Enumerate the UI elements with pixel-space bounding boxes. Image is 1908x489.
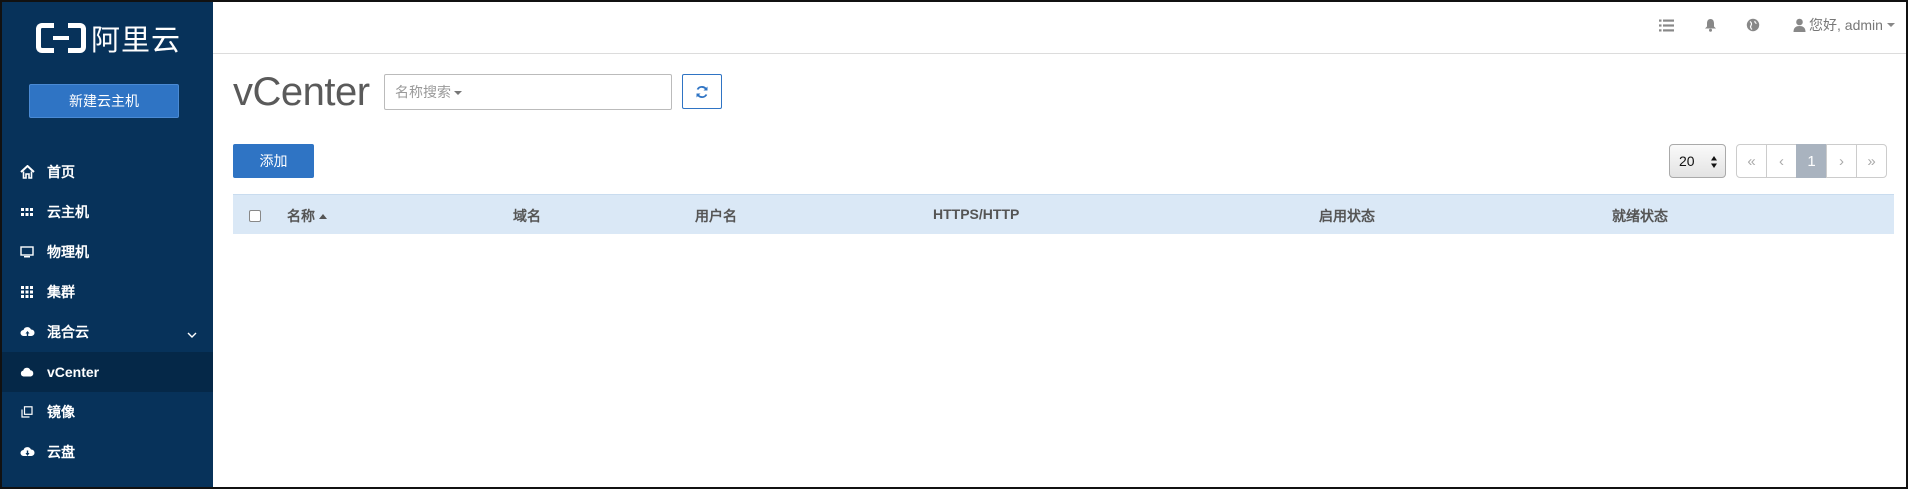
sidebar-item-cloud-disk[interactable]: 云盘 (0, 432, 213, 472)
sidebar-nav: 首页 云主机 物理机 集群 混合云 vCenter 镜像 云盘 (0, 152, 213, 472)
sidebar-item-label: 云主机 (47, 204, 89, 220)
table-header: 名称 域名 用户名 HTTPS/HTTP 启用状态 就绪状态 (233, 194, 1894, 234)
prev-page-button[interactable]: ‹ (1766, 144, 1797, 178)
top-bar: 您好, admin (213, 0, 1908, 54)
first-page-button[interactable]: « (1736, 144, 1767, 178)
last-page-button[interactable]: » (1856, 144, 1887, 178)
column-label: 名称 (287, 208, 315, 224)
column-header-name[interactable]: 名称 (287, 206, 327, 226)
sidebar-item-home[interactable]: 首页 (0, 152, 213, 192)
page-title: vCenter (233, 70, 370, 114)
select-arrows-icon (1710, 155, 1718, 169)
sort-asc-icon (319, 213, 327, 219)
column-header-ready: 就绪状态 (1612, 208, 1668, 224)
add-button[interactable]: 添加 (233, 144, 314, 178)
search-input[interactable]: 名称搜索 (384, 74, 672, 110)
search-placeholder: 名称搜索 (395, 84, 451, 100)
refresh-icon (695, 85, 709, 99)
aliyun-logo[interactable]: 阿里云 (36, 22, 181, 57)
sidebar-item-label: 镜像 (47, 404, 75, 420)
sidebar-item-label: 集群 (47, 284, 75, 300)
column-header-domain: 域名 (513, 208, 541, 224)
sidebar-item-image[interactable]: 镜像 (0, 392, 213, 432)
chevron-down-icon[interactable] (187, 326, 197, 342)
sidebar: 阿里云 新建云主机 首页 云主机 物理机 集群 混合云 vCenter 镜像 云… (0, 0, 213, 489)
page-size-value: 20 (1679, 153, 1695, 169)
new-vm-button[interactable]: 新建云主机 (29, 84, 179, 118)
sidebar-item-cluster[interactable]: 集群 (0, 272, 213, 312)
sidebar-item-label: vCenter (47, 364, 100, 380)
pagination: « ‹ 1 › » (1736, 144, 1887, 178)
user-greeting: 您好, admin (1809, 17, 1883, 33)
user-icon (1793, 18, 1806, 32)
column-header-protocol: HTTPS/HTTP (933, 206, 1020, 222)
refresh-button[interactable] (682, 74, 722, 109)
sidebar-item-physical[interactable]: 物理机 (0, 232, 213, 272)
next-page-button[interactable]: › (1826, 144, 1857, 178)
logo-text: 阿里云 (91, 23, 182, 57)
column-header-username: 用户名 (695, 208, 737, 224)
monitor-icon (19, 244, 35, 260)
sidebar-item-hybrid-cloud[interactable]: 混合云 (0, 312, 213, 352)
grid-large-icon (19, 284, 35, 300)
globe-icon[interactable] (1744, 16, 1762, 34)
sidebar-item-vm[interactable]: 云主机 (0, 192, 213, 232)
caret-down-icon[interactable] (454, 91, 462, 95)
cloud-disk-icon (19, 444, 35, 460)
list-icon[interactable] (1657, 16, 1675, 34)
cloud-upload-icon (19, 324, 35, 340)
grid-icon (19, 204, 35, 220)
select-all-checkbox[interactable] (249, 210, 261, 222)
copy-icon (19, 404, 35, 420)
sidebar-item-vcenter[interactable]: vCenter (0, 352, 213, 392)
page-1-button[interactable]: 1 (1796, 144, 1827, 178)
cloud-icon (19, 364, 35, 380)
column-header-enabled: 启用状态 (1319, 208, 1375, 224)
sidebar-item-label: 物理机 (47, 244, 89, 260)
sidebar-item-label: 首页 (47, 164, 75, 180)
sidebar-item-label: 云盘 (47, 444, 75, 460)
sidebar-item-label: 混合云 (47, 324, 89, 340)
page-size-select[interactable]: 20 (1669, 144, 1726, 178)
user-menu[interactable]: 您好, admin (1793, 15, 1895, 35)
aliyun-logo-icon (36, 23, 86, 53)
caret-down-icon (1886, 23, 1895, 27)
bell-icon[interactable] (1701, 16, 1719, 34)
home-icon (19, 164, 35, 180)
